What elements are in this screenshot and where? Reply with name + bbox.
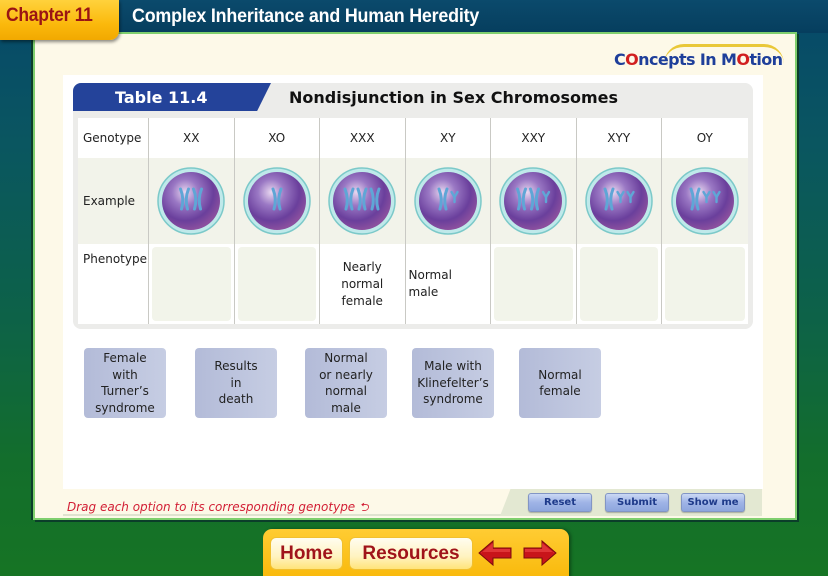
instruction-text: Drag each option to its corresponding ge… — [67, 500, 369, 514]
phenotype-cell-xy: Normal male — [405, 244, 491, 324]
nondisjunction-table: Genotype XX XO XXX XY XXY XYY OY Example — [78, 118, 748, 324]
example-cell — [149, 158, 235, 244]
reset-button[interactable]: Reset — [528, 493, 592, 512]
phenotype-drop-zone-xx[interactable] — [149, 244, 235, 324]
cell-chromosome-icon — [242, 166, 312, 236]
option-results-in-death[interactable]: Results in death — [195, 348, 277, 418]
table-number-label: Table 11.4 — [73, 83, 271, 111]
home-button[interactable]: Home — [270, 537, 343, 570]
drop-target[interactable] — [152, 247, 231, 321]
logo-text: COncepts In MOtion — [614, 50, 783, 69]
example-cell — [405, 158, 491, 244]
genotype-cell: XXX — [320, 118, 406, 158]
genotype-cell: OY — [662, 118, 748, 158]
phenotype-drop-zone-xyy[interactable] — [576, 244, 662, 324]
phenotype-text: Normal male — [408, 268, 452, 299]
genotype-cell: XO — [234, 118, 320, 158]
back-arrow-icon[interactable] — [477, 538, 513, 568]
drop-target[interactable] — [665, 247, 745, 321]
cell-chromosome-icon — [413, 166, 483, 236]
option-turners-syndrome[interactable]: Female with Turner’s syndrome — [84, 348, 166, 418]
phenotype-drop-zone-xo[interactable] — [234, 244, 320, 324]
example-cell — [320, 158, 406, 244]
submit-button[interactable]: Submit — [605, 493, 669, 512]
page-title: Complex Inheritance and Human Heredity — [132, 6, 480, 27]
table-title: Nondisjunction in Sex Chromosomes — [289, 88, 619, 107]
row-header-genotype: Genotype — [78, 118, 149, 158]
phenotype-drop-zone-oy[interactable] — [662, 244, 748, 324]
option-normal-or-nearly-normal-male[interactable]: Normal or nearly normal male — [305, 348, 387, 418]
chapter-tab: Chapter 11 — [0, 0, 119, 40]
phenotype-cell-xxx: Nearly normal female — [320, 244, 406, 324]
cell-chromosome-icon — [670, 166, 740, 236]
phenotype-drop-zone-xxy[interactable] — [491, 244, 577, 324]
phenotype-row: Phenotype Nearly normal female Normal ma… — [78, 244, 748, 324]
row-header-phenotype: Phenotype — [78, 244, 149, 324]
chapter-label: Chapter 11 — [6, 5, 93, 26]
row-header-example: Example — [78, 158, 149, 244]
example-cell — [234, 158, 320, 244]
cell-chromosome-icon — [156, 166, 226, 236]
forward-arrow-icon[interactable] — [522, 538, 558, 568]
option-normal-female[interactable]: Normal female — [519, 348, 601, 418]
cell-chromosome-icon — [584, 166, 654, 236]
phenotype-text: Nearly normal female — [341, 259, 384, 308]
genotype-cell: XX — [149, 118, 235, 158]
drop-target[interactable] — [579, 247, 658, 321]
example-row: Example — [78, 158, 748, 244]
genotype-cell: XYY — [576, 118, 662, 158]
resources-button[interactable]: Resources — [349, 537, 473, 570]
example-cell — [662, 158, 748, 244]
drop-target[interactable] — [494, 247, 573, 321]
option-klinefelters-syndrome[interactable]: Male with Klinefelter’s syndrome — [412, 348, 494, 418]
show-me-button[interactable]: Show me — [681, 493, 745, 512]
concepts-in-motion-logo: COncepts In MOtion — [614, 42, 790, 74]
example-cell — [576, 158, 662, 244]
example-cell — [491, 158, 577, 244]
cell-chromosome-icon — [327, 166, 397, 236]
genotype-cell: XY — [405, 118, 491, 158]
return-arrow-icon: ⮌ — [359, 500, 369, 514]
genotype-cell: XXY — [491, 118, 577, 158]
cell-chromosome-icon — [498, 166, 568, 236]
drop-target[interactable] — [237, 247, 316, 321]
genotype-row: Genotype XX XO XXX XY XXY XYY OY — [78, 118, 748, 158]
